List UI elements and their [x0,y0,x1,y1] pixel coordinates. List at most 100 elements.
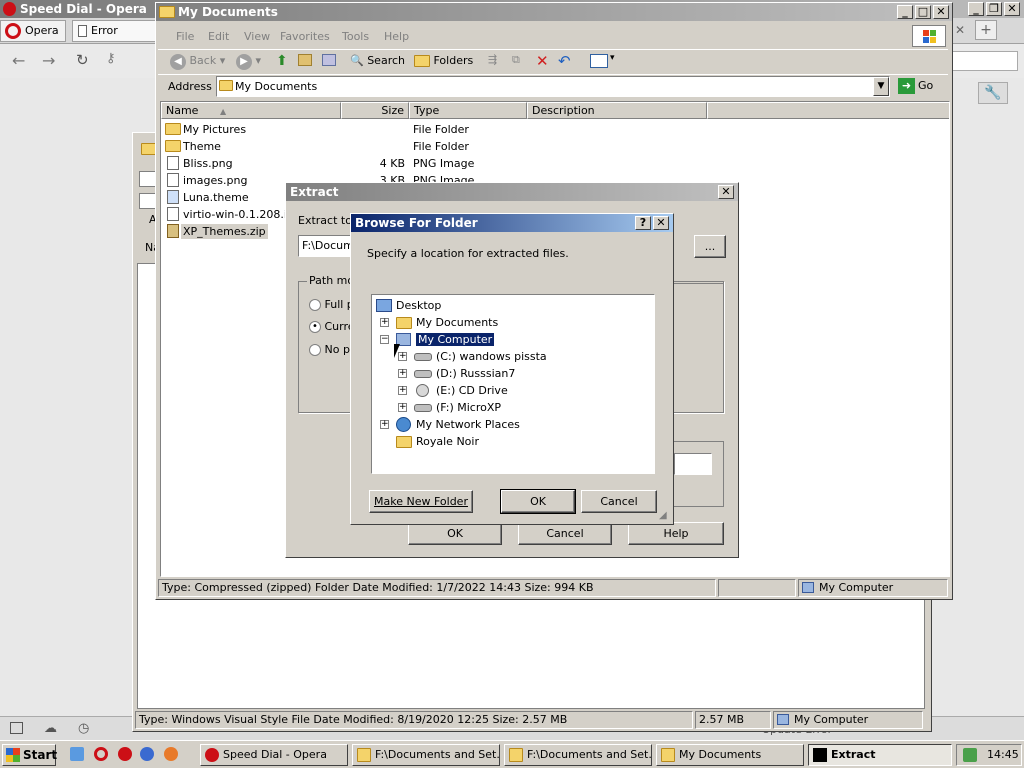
opera-restore-button[interactable]: ❐ [986,2,1002,16]
column-description[interactable]: Description [527,102,707,119]
quicklaunch-app-icon[interactable] [164,747,178,761]
address-dropdown-icon[interactable]: ▼ [873,77,889,96]
close-tab-icon[interactable]: ✕ [955,23,965,37]
expand-drive-d-icon[interactable]: + [398,369,407,378]
list-item[interactable]: Theme File Folder [161,138,949,155]
folder-icon [396,317,412,329]
opera-minimize-button[interactable]: _ [968,2,984,16]
explorer-close-button[interactable]: ✕ [933,5,949,19]
browse-prompt: Specify a location for extracted files. [367,247,569,260]
new-tab-icon[interactable]: + [975,20,997,40]
folders-button[interactable]: Folders [414,50,473,72]
taskbar-item-opera[interactable]: Speed Dial - Opera [200,744,348,766]
column-size[interactable]: Size [341,102,409,119]
computer-icon [777,714,789,725]
tree-item-drive-e[interactable]: (E:) CD Drive [414,382,508,399]
extract-help-button[interactable]: Help [628,522,724,545]
reload-icon[interactable]: ↻ [76,51,89,69]
radio-current-path[interactable]: • Curre [309,320,355,333]
explorer-maximize-button[interactable]: □ [915,5,931,19]
desktop-icon [376,299,392,312]
go-arrow-icon: ➜ [898,78,915,94]
taskbar-item-extract[interactable]: Extract [808,744,952,766]
folder-op-icon-2[interactable] [322,54,336,66]
expand-drive-f-icon[interactable]: + [398,403,407,412]
menu-edit[interactable]: Edit [208,30,229,43]
folder-icon [357,748,371,762]
opera-tab-error[interactable]: Error [72,20,156,42]
views-icon[interactable] [590,54,608,68]
forward-button[interactable]: ▶ ▾ [236,50,261,72]
taskbar-item-documents-1[interactable]: F:\Documents and Set... [352,744,500,766]
speed-icon[interactable]: ◷ [78,721,89,736]
radio-full-path[interactable]: Full p [309,298,354,311]
tree-item-royale-noir[interactable]: Royale Noir [396,433,479,450]
opera-close-button[interactable]: ✕ [1004,2,1020,16]
column-name[interactable]: Name ▲ [161,102,341,119]
collapse-my-computer-icon[interactable]: − [380,335,389,344]
taskbar-item-documents-2[interactable]: F:\Documents and Set... [504,744,652,766]
tray-network-icon[interactable] [963,748,977,762]
quicklaunch-opera-2-icon[interactable] [118,747,132,761]
extract-ok-button[interactable]: OK [408,522,502,545]
browse-ok-button[interactable]: OK [500,489,576,514]
up-folder-icon[interactable]: ⬆ [276,53,288,69]
expand-my-documents-icon[interactable]: + [380,318,389,327]
go-button[interactable]: ➜ Go [896,76,944,97]
list-item[interactable]: Bliss.png 4 KB PNG Image [161,155,949,172]
undo-icon[interactable]: ↶ [558,52,571,70]
menu-tools[interactable]: Tools [342,30,369,43]
back-arrow-icon: ◀ [170,54,186,70]
taskbar-item-my-documents[interactable]: My Documents [656,744,804,766]
nav-back-icon[interactable]: ← [12,51,25,70]
resize-grip-icon[interactable]: ◢ [659,510,667,521]
column-type[interactable]: Type [409,102,527,119]
browse-cancel-button[interactable]: Cancel [581,490,657,513]
delete-icon[interactable]: ✕ [536,52,549,70]
list-item[interactable]: My Pictures File Folder [161,121,949,138]
make-new-folder-button[interactable]: Make New Folder [369,490,473,513]
move-to-icon[interactable]: ⇶ [488,53,497,66]
tree-item-my-documents[interactable]: My Documents [396,314,498,331]
menu-favorites[interactable]: Favorites [280,30,330,43]
tree-item-drive-c[interactable]: (C:) wandows pissta [414,348,547,365]
tree-item-drive-f[interactable]: (F:) MicroXP [414,399,501,416]
opera-menu-tab[interactable]: Opera [0,20,66,42]
browse-close-button[interactable]: ✕ [653,216,669,230]
tree-item-desktop[interactable]: Desktop [374,297,441,314]
folder-op-icon[interactable] [298,54,312,66]
tree-item-network-places[interactable]: My Network Places [396,416,520,433]
extract-cancel-button[interactable]: Cancel [518,522,612,545]
extract-to-input[interactable]: F:\Docum [298,235,358,257]
menu-view[interactable]: View [244,30,270,43]
key-icon[interactable]: ⚷ [106,51,116,66]
tree-item-drive-d[interactable]: (D:) Russsian7 [414,365,515,382]
menu-file[interactable]: File [176,30,194,43]
expand-drive-e-icon[interactable]: + [398,386,407,395]
folder-icon [396,436,412,448]
panel-toggle-icon[interactable] [10,722,23,734]
back-button[interactable]: ◀ Back ▾ [170,50,225,72]
iso-file-icon [167,207,179,221]
start-button[interactable]: Start [2,744,57,766]
quicklaunch-opera-icon[interactable] [94,747,108,761]
opera-address-bar[interactable] [952,51,1018,71]
copy-to-icon[interactable]: ⧉ [512,53,520,67]
search-button[interactable]: 🔍 Search [350,50,405,72]
explorer-minimize-button[interactable]: _ [897,5,913,19]
address-input[interactable]: My Documents ▼ [216,76,890,97]
tree-item-my-computer[interactable]: My Computer [396,331,496,348]
menu-help[interactable]: Help [384,30,409,43]
radio-no-path[interactable]: No p [309,343,350,356]
cloud-icon[interactable]: ☁ [44,721,57,736]
expand-network-icon[interactable]: + [380,420,389,429]
quicklaunch-explorer-icon[interactable] [70,747,84,761]
extract-close-button[interactable]: ✕ [718,185,734,199]
nav-forward-icon[interactable]: → [42,51,55,70]
settings-wrench-icon[interactable]: 🔧 [978,82,1008,104]
browse-ellipsis-button[interactable]: ... [694,235,726,258]
views-dropdown-icon[interactable]: ▾ [610,53,615,63]
browse-help-button[interactable]: ? [635,216,651,230]
extract-password-input[interactable] [674,453,712,475]
quicklaunch-firefox-icon[interactable] [140,747,154,761]
